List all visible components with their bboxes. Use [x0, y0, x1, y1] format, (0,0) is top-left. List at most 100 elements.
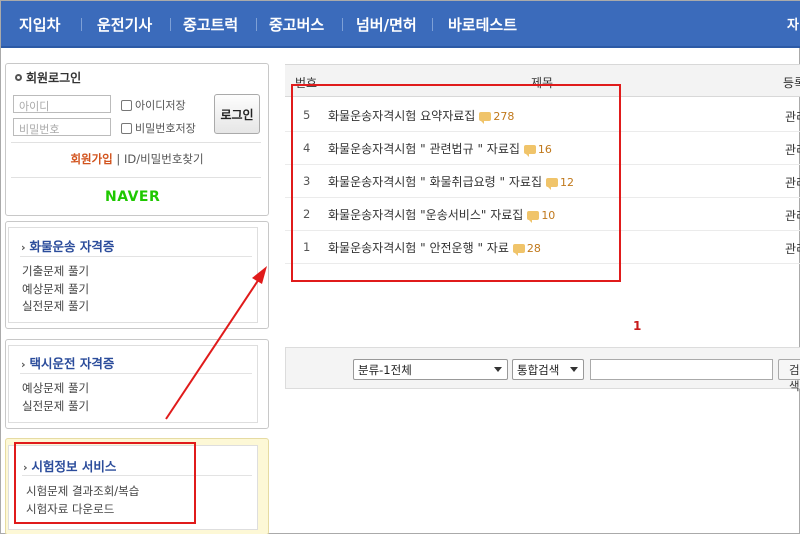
section-divider: [20, 373, 252, 374]
row-subject-text[interactable]: 화물운송자격시험 " 관련법규 " 자료집: [328, 142, 520, 156]
find-account-link[interactable]: ID/비밀번호찾기: [124, 152, 204, 166]
row-number: 2: [303, 207, 311, 221]
row-number: 4: [303, 141, 311, 155]
link-taxi-practice[interactable]: 실전문제 풀기: [22, 398, 89, 414]
row-author: 관리: [785, 143, 800, 157]
comment-count: 10: [541, 209, 556, 222]
search-button[interactable]: 검색: [778, 359, 800, 393]
link-practice-exam[interactable]: 실전문제 풀기: [22, 298, 89, 314]
checkbox-icon[interactable]: [121, 100, 132, 111]
row-number: 5: [303, 108, 311, 122]
save-password-checkbox[interactable]: 비밀번호저장: [121, 120, 196, 136]
row-author: 관리: [785, 110, 800, 124]
nav-separator: [432, 18, 433, 31]
section-divider: [22, 475, 252, 476]
login-title-text: 회원로그인: [26, 71, 82, 85]
row-author: 관리: [785, 209, 800, 223]
row-author: 관리: [785, 176, 800, 190]
password-field[interactable]: 비밀번호: [13, 118, 111, 136]
chevron-right-icon: ›: [21, 358, 26, 371]
search-scope-value: 통합검색: [517, 363, 560, 377]
section-title-taxi[interactable]: › 택시운전 자격증: [21, 353, 114, 372]
save-id-checkbox[interactable]: 아이디저장: [121, 97, 186, 113]
join-divider: |: [116, 152, 121, 166]
search-scope-select[interactable]: 통합검색: [512, 359, 584, 380]
comment-icon: [479, 112, 492, 124]
top-nav: 지입차 운전기사 중고트럭 중고버스 넘버/면허 바로테스트 자: [1, 1, 800, 48]
checkbox-icon[interactable]: [121, 123, 132, 134]
nav-separator: [256, 18, 257, 31]
row-subject-text[interactable]: 화물운송자격시험 "운송서비스" 자료집: [328, 208, 523, 222]
nav-item-used-bus[interactable]: 중고버스: [269, 14, 324, 35]
nav-item-number-license[interactable]: 넘버/면허: [356, 14, 417, 35]
nav-item-driver[interactable]: 운전기사: [97, 14, 152, 35]
row-subject-link[interactable]: 화물운송자격시험 " 관련법규 " 자료집 16: [328, 140, 552, 157]
naver-login-logo[interactable]: NAVER: [105, 189, 160, 205]
nav-item-baro-test[interactable]: 바로테스트: [448, 14, 517, 35]
link-past-exam[interactable]: 기출문제 풀기: [22, 263, 89, 279]
id-field[interactable]: 아이디: [13, 95, 111, 113]
nav-separator: [81, 18, 82, 31]
section-title-exam-info[interactable]: › 시험정보 서비스: [23, 456, 116, 475]
table-row[interactable]: 2 화물운송자격시험 "운송서비스" 자료집 10 관리: [285, 198, 800, 231]
col-header-subject: 제목: [531, 76, 554, 90]
dropdown-arrow-icon: [570, 367, 578, 372]
login-title: 회원로그인: [15, 69, 81, 86]
circle-bullet-icon: [15, 74, 22, 81]
row-number: 1: [303, 240, 311, 254]
save-password-label: 비밀번호저장: [135, 122, 196, 135]
nav-separator: [342, 18, 343, 31]
row-author: 관리: [785, 242, 800, 256]
comment-count: 16: [537, 143, 552, 156]
divider: [11, 142, 261, 143]
nav-item-used-truck[interactable]: 중고트럭: [183, 14, 238, 35]
link-taxi-expected[interactable]: 예상문제 풀기: [22, 380, 89, 396]
table-row[interactable]: 5 화물운송자격시험 요약자료집 278 관리: [285, 99, 800, 132]
col-header-author: 등록: [783, 76, 800, 90]
comment-icon: [523, 145, 536, 157]
row-subject-link[interactable]: 화물운송자격시험 "운송서비스" 자료집 10: [328, 206, 555, 223]
row-subject-text[interactable]: 화물운송자격시험 " 화물취급요령 " 자료집: [328, 175, 542, 189]
row-number: 3: [303, 174, 311, 188]
comment-icon: [527, 211, 540, 223]
nav-separator: [170, 18, 171, 31]
row-subject-link[interactable]: 화물운송자격시험 요약자료집 278: [328, 107, 514, 124]
save-id-label: 아이디저장: [135, 99, 186, 112]
category-select[interactable]: 분류-1전체: [353, 359, 508, 380]
join-row: 회원가입 | ID/비밀번호찾기: [1, 151, 273, 167]
table-row[interactable]: 1 화물운송자격시험 " 안전운행 " 자료 28 관리: [285, 231, 800, 264]
section-title-cargo[interactable]: › 화물운송 자격증: [21, 236, 114, 255]
search-input[interactable]: [590, 359, 773, 380]
row-subject-link[interactable]: 화물운송자격시험 " 안전운행 " 자료 28: [328, 239, 541, 256]
pagination-current-page[interactable]: 1: [633, 319, 641, 333]
nav-item-cut[interactable]: 자: [787, 14, 799, 33]
nav-item-jiipcha[interactable]: 지입차: [19, 14, 60, 35]
comment-count: 12: [559, 176, 574, 189]
link-material-download[interactable]: 시험자료 다운로드: [26, 501, 114, 517]
login-button[interactable]: 로그인: [214, 94, 260, 134]
col-header-num: 번호: [295, 76, 318, 90]
category-select-value: 분류-1전체: [358, 363, 412, 377]
link-result-review[interactable]: 시험문제 결과조회/복습: [26, 483, 139, 499]
table-row[interactable]: 4 화물운송자격시험 " 관련법규 " 자료집 16 관리: [285, 132, 800, 165]
chevron-right-icon: ›: [23, 461, 28, 474]
dropdown-arrow-icon: [494, 367, 502, 372]
row-subject-text[interactable]: 화물운송자격시험 " 안전운행 " 자료: [328, 241, 509, 255]
comment-count: 28: [526, 242, 541, 255]
join-link[interactable]: 회원가입: [70, 152, 112, 166]
table-header: 번호 제목 등록: [285, 64, 800, 97]
comment-count: 278: [493, 110, 515, 123]
row-subject-text[interactable]: 화물운송자격시험 요약자료집: [328, 109, 475, 123]
section-title-text: 화물운송 자격증: [29, 239, 115, 254]
section-title-text: 시험정보 서비스: [31, 459, 117, 474]
section-divider: [20, 256, 252, 257]
link-expected-exam[interactable]: 예상문제 풀기: [22, 281, 89, 297]
comment-icon: [545, 178, 558, 190]
row-subject-link[interactable]: 화물운송자격시험 " 화물취급요령 " 자료집 12: [328, 173, 574, 190]
search-bar: 분류-1전체 통합검색 검색: [285, 347, 800, 393]
section-title-text: 택시운전 자격증: [29, 356, 115, 371]
chevron-right-icon: ›: [21, 241, 26, 254]
comment-icon: [512, 244, 525, 256]
table-row[interactable]: 3 화물운송자격시험 " 화물취급요령 " 자료집 12 관리: [285, 165, 800, 198]
divider: [11, 177, 261, 178]
